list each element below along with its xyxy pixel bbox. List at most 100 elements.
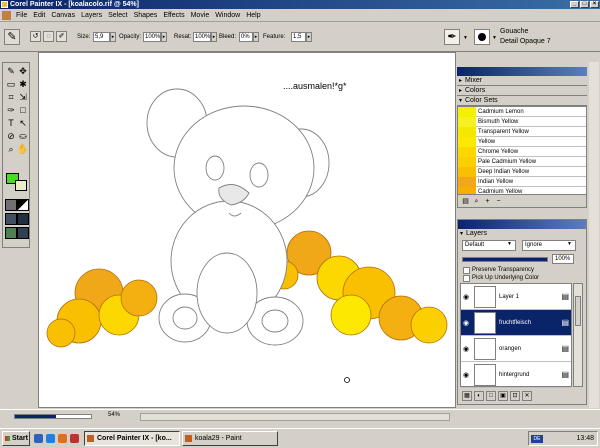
dynamic-plugins-icon[interactable]: ◐ (474, 391, 484, 401)
nozzle-selector-icon[interactable] (17, 213, 29, 225)
brush-variant-icon[interactable] (474, 29, 490, 45)
preserve-transparency-checkbox[interactable] (463, 267, 470, 274)
menu-window[interactable]: Window (212, 12, 243, 19)
opacity-slider-button[interactable]: ▸ (161, 32, 167, 42)
color-set-item[interactable]: Deep Indian Yellow (458, 166, 586, 177)
palette-titlebar[interactable] (457, 67, 587, 76)
color-swatch[interactable] (458, 116, 476, 127)
brush-variant-name[interactable]: Detail Opaque 7 (500, 38, 551, 45)
eye-icon[interactable]: ◉ (461, 345, 471, 353)
color-sets-header[interactable]: Color Sets (457, 96, 587, 106)
layers-header[interactable]: Layers (458, 229, 586, 239)
dropper-icon[interactable]: ⊘ (5, 130, 17, 142)
layer-opacity-value[interactable]: 100% (552, 254, 574, 264)
brush-category-icon[interactable]: ✒ (444, 29, 460, 45)
gradient-selector-icon[interactable] (17, 199, 29, 211)
stroke-type-icon[interactable]: ✐ (56, 31, 67, 42)
menu-canvas[interactable]: Canvas (48, 12, 78, 19)
document-icon[interactable] (2, 10, 11, 20)
menu-movie[interactable]: Movie (188, 12, 213, 19)
brush-category-name[interactable]: Gouache (500, 28, 528, 35)
color-set-item[interactable]: Cadmium Lemon (458, 106, 586, 117)
task-paint[interactable]: koala29 - Paint (182, 431, 278, 446)
drawing-canvas[interactable]: ....ausmalen!*g* (38, 52, 456, 408)
menu-help[interactable]: Help (243, 12, 263, 19)
color-set-item[interactable]: Bismuth Yellow (458, 116, 586, 127)
color-set-item[interactable]: Chrome Yellow (458, 146, 586, 157)
bleed-field[interactable]: 0% (239, 32, 253, 42)
search-icon[interactable]: ⌕ (472, 197, 481, 206)
desktop-icon[interactable] (34, 434, 43, 443)
paper-selector-icon[interactable] (5, 199, 17, 211)
color-swatch[interactable] (458, 156, 476, 167)
canvas-horizontal-scrollbar[interactable] (140, 413, 450, 421)
layer-row[interactable]: ◉ orangen ▤ (461, 336, 571, 362)
pen-icon[interactable]: ✑ (5, 104, 17, 116)
browser-icon[interactable] (46, 434, 55, 443)
resat-slider-button[interactable]: ▸ (211, 32, 217, 42)
color-set-item[interactable]: Pale Cadmium Yellow (458, 156, 586, 167)
rect-select-icon[interactable]: ▭ (5, 78, 17, 90)
weave-selector-icon[interactable] (17, 227, 29, 239)
layer-row[interactable]: ◉ Layer 1 ▤ (461, 284, 571, 310)
menu-edit[interactable]: Edit (30, 12, 48, 19)
feature-slider-button[interactable]: ▸ (306, 32, 312, 42)
menu-layers[interactable]: Layers (78, 12, 105, 19)
lock-icon[interactable]: ⊡ (510, 391, 520, 401)
menu-shapes[interactable]: Shapes (131, 12, 161, 19)
layer-commands-icon[interactable]: ▦ (462, 391, 472, 401)
reset-tool-icon[interactable]: ↺ (30, 31, 41, 42)
minimize-button[interactable]: _ (570, 1, 579, 8)
start-button[interactable]: Start (2, 431, 30, 446)
app-icon[interactable] (1, 1, 8, 8)
layer-mask-icon[interactable]: ▣ (498, 391, 508, 401)
magnifier-icon[interactable]: ⌕ (5, 143, 17, 155)
grabber-icon[interactable]: ✋ (17, 143, 29, 155)
layer-opacity-slider[interactable] (462, 257, 548, 262)
crop-icon[interactable]: ⌗ (5, 91, 17, 103)
eye-icon[interactable]: ◉ (461, 371, 471, 379)
layer-row[interactable]: ◉ fruchtfleisch ▤ (461, 310, 571, 336)
look-selector-icon[interactable] (5, 227, 17, 239)
color-swatch[interactable] (458, 176, 476, 187)
layer-row[interactable]: ◉ hintergrund ▤ (461, 362, 571, 388)
color-swatch[interactable] (458, 146, 476, 157)
delete-layer-icon[interactable]: ✕ (522, 391, 532, 401)
brush-tool-icon[interactable]: ✎ (5, 65, 17, 77)
magic-wand-icon[interactable]: ✱ (17, 78, 29, 90)
new-layer-icon[interactable]: □ (486, 391, 496, 401)
brush-tool-icon[interactable]: ✎ (4, 29, 20, 45)
chevron-down-icon[interactable]: ▼ (567, 241, 572, 247)
chevron-down-icon[interactable]: ▼ (463, 35, 468, 41)
library-icon[interactable]: ▤ (461, 197, 470, 206)
maximize-button[interactable]: □ (580, 1, 589, 8)
transform-icon[interactable]: ⇲ (17, 91, 29, 103)
color-swatch[interactable] (458, 106, 476, 117)
eye-icon[interactable]: ◉ (461, 319, 471, 327)
chevron-down-icon[interactable]: ▼ (507, 241, 512, 247)
layer-list-scrollbar[interactable] (573, 283, 583, 387)
pick-up-color-checkbox[interactable] (463, 275, 470, 282)
paint-bucket-icon[interactable]: ⛀ (17, 130, 29, 142)
chevron-down-icon[interactable]: ▼ (492, 35, 497, 41)
bleed-slider-button[interactable]: ▸ (253, 32, 259, 42)
firefox-icon[interactable] (58, 434, 67, 443)
media-icon[interactable] (70, 434, 79, 443)
color-set-item[interactable]: Indian Yellow (458, 176, 586, 187)
task-painter[interactable]: Corel Painter IX - [ko... (84, 431, 180, 446)
menu-select[interactable]: Select (105, 12, 130, 19)
clock[interactable]: 13:48 (576, 435, 594, 442)
delete-color-icon[interactable]: − (494, 197, 503, 206)
shape-select-icon[interactable]: ↖ (17, 117, 29, 129)
zoom-slider[interactable] (14, 414, 92, 419)
size-field[interactable]: 5,9 (93, 32, 110, 42)
shape-icon[interactable]: □ (17, 104, 29, 116)
mixer-header[interactable]: Mixer (457, 76, 587, 86)
eye-icon[interactable]: ◉ (461, 293, 471, 301)
dab-type-icon[interactable]: ◌ (43, 31, 54, 42)
color-swatch[interactable] (458, 136, 476, 147)
add-color-icon[interactable]: + (483, 197, 492, 206)
colors-header[interactable]: Colors (457, 86, 587, 96)
opacity-field[interactable]: 100% (143, 32, 161, 42)
color-swatch[interactable] (458, 166, 476, 177)
